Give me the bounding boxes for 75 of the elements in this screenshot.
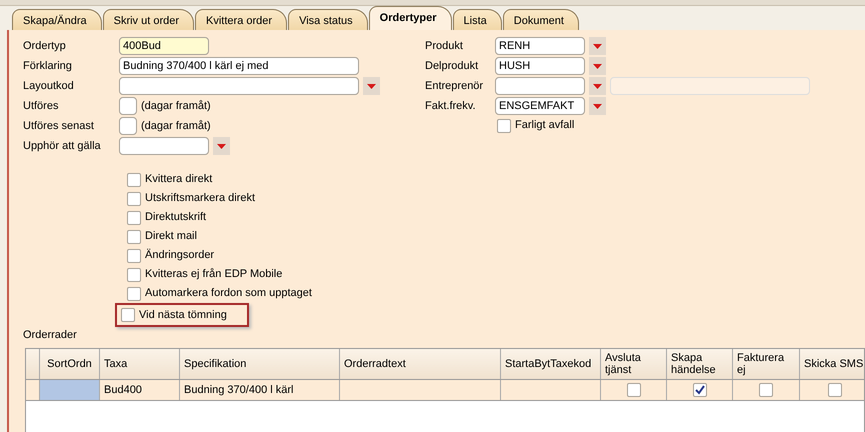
checkbox[interactable]	[497, 118, 511, 132]
checkbox[interactable]	[127, 192, 141, 206]
tab[interactable]: Skriv ut order	[102, 9, 194, 30]
checkbox[interactable]	[127, 286, 141, 300]
checkbox-label: Direktutskrift	[145, 210, 206, 226]
checkbox[interactable]	[127, 172, 141, 186]
field-label: Delprodukt	[425, 58, 480, 74]
dropdown-button[interactable]	[363, 77, 380, 95]
checkbox-label: Farligt avfall	[515, 118, 574, 134]
dropdown-button[interactable]	[589, 37, 606, 55]
input-field[interactable]: ENSGEMFAKT	[495, 97, 585, 115]
checkbox-label: Kvitteras ej från EDP Mobile	[145, 267, 282, 282]
input-field[interactable]	[119, 77, 359, 95]
tab[interactable]: Ordertyper	[368, 6, 452, 30]
dropdown-button[interactable]	[213, 137, 230, 155]
field-label: Utföres	[23, 98, 60, 114]
checkbox[interactable]	[127, 268, 141, 282]
dropdown-arrow-icon	[593, 104, 602, 108]
checkbox-label: Direkt mail	[145, 229, 197, 244]
checkbox[interactable]	[121, 308, 135, 322]
dropdown-button[interactable]	[589, 57, 606, 75]
input-field[interactable]	[119, 117, 137, 135]
input-field[interactable]	[119, 97, 137, 115]
input-field[interactable]: RENH	[495, 37, 585, 55]
grid-checkbox[interactable]	[828, 382, 842, 396]
checkbox-label: Utskriftsmarkera direkt	[145, 191, 256, 206]
input-field[interactable]	[119, 137, 209, 155]
field-label: Utföres senast	[23, 118, 95, 134]
checkbox[interactable]	[127, 248, 141, 262]
field-hint: (dagar framåt)	[141, 118, 211, 134]
section-label: Orderrader	[23, 328, 78, 343]
dropdown-arrow-icon	[593, 84, 602, 88]
field-label: Entreprenör	[425, 78, 484, 94]
dropdown-button[interactable]	[589, 97, 606, 115]
field-label: Fakt.frekv.	[425, 98, 477, 114]
field-label: Förklaring	[23, 58, 73, 74]
checkbox-label: Kvittera direkt	[145, 172, 212, 188]
dropdown-arrow-icon	[367, 84, 376, 88]
dropdown-arrow-icon	[593, 44, 602, 48]
grid-checkbox[interactable]	[692, 382, 706, 396]
input-field[interactable]: 400Bud	[119, 37, 209, 55]
checkbox-label: Automarkera fordon som upptaget	[145, 286, 312, 302]
column-header: StartaBytTaxekod	[501, 348, 601, 378]
column-header: Skapa händelse	[667, 348, 733, 378]
checkbox-label: Ändringsorder	[145, 248, 214, 264]
tab[interactable]: Dokument	[502, 9, 579, 30]
field-label: Upphör att gälla	[23, 138, 102, 154]
grid-checkbox[interactable]	[626, 382, 640, 396]
table-cell: Budning 370/400 l kärl	[180, 380, 340, 400]
checkbox-label: Vid nästa tömning	[139, 308, 227, 323]
field-label: Layoutkod	[23, 78, 75, 94]
column-header: Fakturera ej	[733, 348, 800, 378]
dropdown-button[interactable]	[589, 77, 606, 95]
checkbox[interactable]	[127, 210, 141, 224]
grid-checkbox[interactable]	[759, 382, 773, 396]
table-cell: Bud400	[100, 380, 180, 400]
column-header: Specifikation	[180, 348, 340, 378]
field-label: Produkt	[425, 38, 464, 54]
column-header: SortOrdn	[40, 348, 100, 378]
field-hint: (dagar framåt)	[141, 98, 211, 114]
input-field[interactable]: Budning 370/400 l kärl ej med	[119, 57, 359, 75]
tab[interactable]: Lista	[452, 9, 502, 30]
tab[interactable]: Visa status	[288, 9, 368, 30]
dropdown-arrow-icon	[593, 64, 602, 68]
tab[interactable]: Kvittera order	[195, 9, 288, 30]
column-header: Skicka SMS	[800, 348, 864, 378]
column-header: Avsluta tjänst	[601, 348, 667, 378]
column-header: Orderradtext	[340, 348, 501, 378]
dropdown-arrow-icon	[217, 144, 226, 148]
input-field[interactable]: HUSH	[495, 57, 585, 75]
checkbox[interactable]	[127, 230, 141, 244]
column-header: Taxa	[100, 348, 180, 378]
tab[interactable]: Skapa/Ändra	[12, 9, 102, 30]
input-field[interactable]	[495, 77, 585, 95]
field-label: Ordertyp	[23, 38, 67, 54]
